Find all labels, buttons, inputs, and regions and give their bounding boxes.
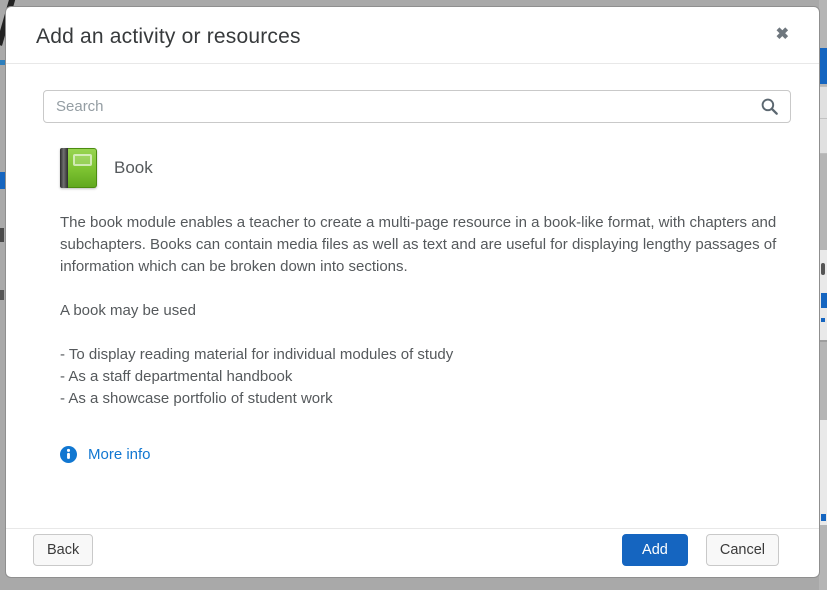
modal-title: Add an activity or resources [36, 23, 301, 51]
background-link-fragment [821, 514, 826, 521]
usage-item: - As a showcase portfolio of student wor… [60, 388, 791, 410]
background-link-fragment [821, 293, 827, 308]
module-name: Book [114, 158, 153, 178]
book-icon [60, 148, 97, 188]
cancel-button[interactable]: Cancel [706, 534, 779, 566]
background-blue-button-fragment [819, 48, 827, 84]
module-description: The book module enables a teacher to cre… [60, 212, 786, 278]
more-info-label: More info [88, 446, 151, 463]
module-usage-intro: A book may be used [60, 300, 791, 322]
book-spine [60, 148, 68, 188]
book-cover [68, 148, 97, 188]
background-text-fragment [0, 228, 4, 242]
background-link-fragment [821, 318, 825, 322]
info-icon [60, 446, 77, 463]
search-icon [760, 97, 779, 116]
search-input[interactable] [43, 90, 791, 123]
background-text-fragment [821, 263, 825, 275]
background-divider-fragment [819, 118, 827, 119]
module-usage-list: - To display reading material for indivi… [60, 344, 791, 410]
close-icon[interactable]: ✖ [772, 23, 793, 47]
modal-body: Book The book module enables a teacher t… [6, 64, 819, 528]
module-detail: Book The book module enables a teacher t… [60, 148, 791, 468]
module-header: Book [60, 148, 791, 188]
background-panel-fragment [819, 420, 827, 525]
search-wrap [43, 90, 791, 123]
usage-item: - To display reading material for indivi… [60, 344, 791, 366]
more-info-link[interactable]: More info [60, 446, 151, 463]
background-panel-fragment [819, 86, 827, 154]
back-button[interactable]: Back [33, 534, 93, 566]
book-label [73, 154, 92, 166]
modal-header: Add an activity or resources ✖ [6, 7, 819, 64]
background-text-fragment [0, 290, 4, 300]
add-activity-modal: Add an activity or resources ✖ Book The [5, 6, 820, 578]
add-button[interactable]: Add [622, 534, 688, 566]
modal-footer: Back Add Cancel [6, 528, 819, 577]
usage-item: - As a staff departmental handbook [60, 366, 791, 388]
